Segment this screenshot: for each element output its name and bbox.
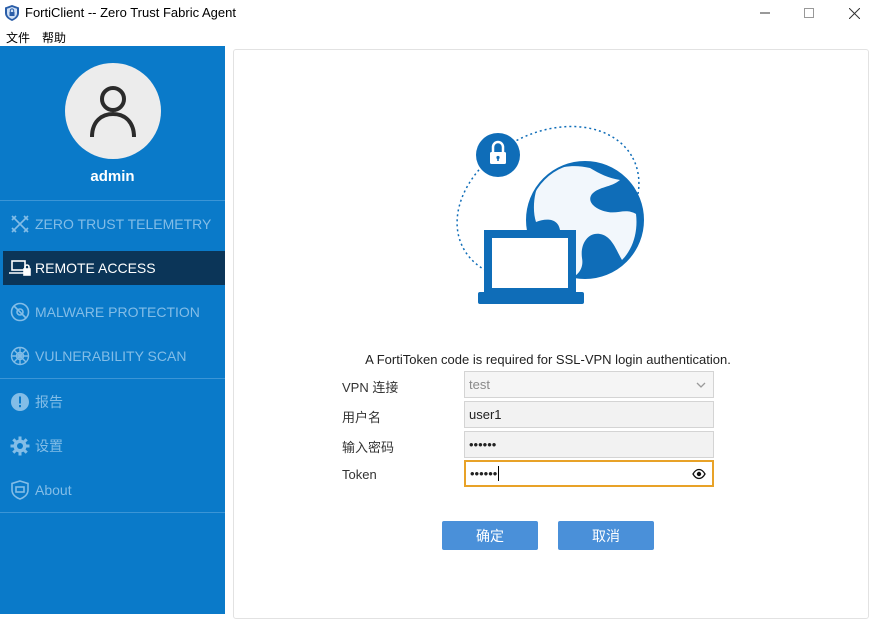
- vpn-connection-value: test: [469, 377, 490, 392]
- eye-icon[interactable]: [692, 468, 706, 480]
- menu-bar: 文件 帮助: [0, 26, 877, 46]
- vpn-connection-select[interactable]: test: [464, 371, 714, 398]
- password-field[interactable]: ••••••: [464, 431, 714, 458]
- vpn-connection-label: VPN 连接: [342, 380, 399, 395]
- password-value: ••••••: [469, 437, 497, 452]
- telemetry-icon: [9, 213, 31, 235]
- token-label: Token: [342, 467, 377, 482]
- close-icon[interactable]: [831, 0, 877, 26]
- ok-button[interactable]: 确定: [442, 521, 538, 550]
- nav-divider: [0, 200, 225, 201]
- vulnerability-icon: [9, 345, 31, 367]
- text-caret: [498, 466, 500, 481]
- sidebar-item-label: 报告: [35, 394, 63, 410]
- username: admin: [90, 168, 135, 185]
- chevron-down-icon: [696, 382, 706, 388]
- sidebar-item-label: VULNERABILITY SCAN: [35, 348, 187, 364]
- username-field[interactable]: user1: [464, 401, 714, 428]
- menu-help[interactable]: 帮助: [42, 29, 66, 46]
- title-bar: FortiClient -- Zero Trust Fabric Agent: [0, 0, 877, 26]
- sidebar-item-reports[interactable]: 报告: [0, 385, 225, 419]
- sidebar-item-label: MALWARE PROTECTION: [35, 304, 200, 320]
- sidebar-item-zero-trust-telemetry[interactable]: ZERO TRUST TELEMETRY: [0, 207, 225, 241]
- shield-icon: [9, 479, 31, 501]
- gear-icon: [9, 435, 31, 457]
- fortitoken-notice: A FortiToken code is required for SSL-VP…: [365, 352, 731, 367]
- avatar: [65, 63, 161, 159]
- token-field[interactable]: ••••••: [464, 460, 714, 487]
- sidebar-item-label: 设置: [35, 438, 63, 454]
- nav-divider: [0, 378, 225, 379]
- forticlient-shield-icon: [5, 5, 19, 21]
- nav-divider: [0, 512, 225, 513]
- sidebar-item-label: About: [35, 482, 72, 498]
- user-icon: [90, 86, 136, 138]
- sidebar-item-malware-protection[interactable]: MALWARE PROTECTION: [0, 295, 225, 329]
- alert-icon: [9, 391, 31, 413]
- sidebar-item-about[interactable]: About: [0, 473, 225, 507]
- sidebar-item-remote-access[interactable]: REMOTE ACCESS: [3, 251, 225, 285]
- username-label: 用户名: [342, 410, 382, 425]
- menu-file[interactable]: 文件: [6, 29, 30, 46]
- malware-icon: [9, 301, 31, 323]
- username-value: user1: [469, 407, 502, 422]
- password-label: 输入密码: [342, 440, 395, 455]
- sidebar-item-label: REMOTE ACCESS: [35, 260, 156, 276]
- token-value: ••••••: [470, 466, 498, 481]
- vpn-globe-illustration: [456, 125, 644, 304]
- maximize-icon[interactable]: [786, 0, 832, 26]
- sidebar: admin ZERO TRUST TELEMETRY REMOTE ACCESS: [0, 46, 225, 614]
- sidebar-item-label: ZERO TRUST TELEMETRY: [35, 216, 212, 232]
- sidebar-item-vulnerability-scan[interactable]: VULNERABILITY SCAN: [0, 339, 225, 373]
- window-title: FortiClient -- Zero Trust Fabric Agent: [25, 5, 236, 20]
- laptop-lock-icon: [9, 257, 31, 279]
- cancel-button[interactable]: 取消: [558, 521, 654, 550]
- minimize-icon[interactable]: [742, 0, 788, 26]
- sidebar-item-settings[interactable]: 设置: [0, 429, 225, 463]
